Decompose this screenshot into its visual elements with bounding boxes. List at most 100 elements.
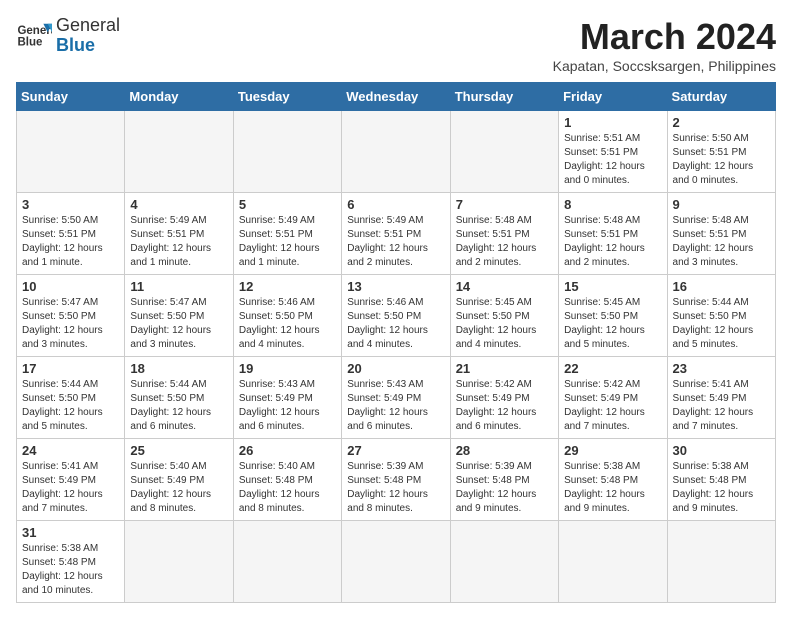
calendar-cell: 30 Sunrise: 5:38 AM Sunset: 5:48 PM Dayli… — [667, 439, 775, 521]
svg-text:Blue: Blue — [17, 36, 43, 48]
calendar-table: SundayMondayTuesdayWednesdayThursdayFrid… — [16, 82, 776, 603]
calendar-cell — [450, 111, 558, 193]
day-number: 8 — [564, 197, 661, 212]
day-info: Sunrise: 5:48 AM Sunset: 5:51 PM Dayligh… — [673, 214, 770, 270]
calendar-cell: 23Sunrise: 5:41 AM Sunset: 5:49 PM Dayli… — [667, 357, 775, 439]
weekday-header-cell: Thursday — [450, 83, 558, 111]
logo-line2: Blue — [56, 36, 120, 56]
calendar-cell: 3 Sunrise: 5:50 AM Sunset: 5:51 PM Daylig… — [17, 193, 125, 275]
day-info: Sunrise: 5:40 AM Sunset: 5:48 PM Dayligh… — [239, 460, 336, 516]
logo-text: General Blue — [56, 16, 120, 56]
day-info: Sunrise: 5:50 AM Sunset: 5:51 PM Dayligh… — [22, 214, 119, 270]
calendar-cell: 24 Sunrise: 5:41 AM Sunset: 5:49 PM Dayli… — [17, 439, 125, 521]
day-info: Sunrise: 5:46 AM Sunset: 5:50 PM Dayligh… — [239, 296, 336, 352]
day-number: 5 — [239, 197, 336, 212]
calendar-cell — [125, 111, 233, 193]
day-info: Sunrise: 5:46 AM Sunset: 5:50 PM Dayligh… — [347, 296, 444, 352]
weekday-header-cell: Saturday — [667, 83, 775, 111]
day-number: 6 — [347, 197, 444, 212]
calendar-cell: 20 Sunrise: 5:43 AM Sunset: 5:49 PM Dayli… — [342, 357, 450, 439]
day-number: 31 — [22, 525, 119, 540]
day-number: 11 — [130, 279, 227, 294]
day-number: 19 — [239, 361, 336, 376]
calendar-cell: 28Sunrise: 5:39 AM Sunset: 5:48 PM Dayli… — [450, 439, 558, 521]
calendar-week-row: 1 Sunrise: 5:51 AM Sunset: 5:51 PM Daylig… — [17, 111, 776, 193]
day-number: 13 — [347, 279, 444, 294]
logo-line1: General — [56, 16, 120, 36]
day-info: Sunrise: 5:49 AM Sunset: 5:51 PM Dayligh… — [130, 214, 227, 270]
day-number: 15 — [564, 279, 661, 294]
calendar-cell — [233, 521, 341, 603]
calendar-cell: 9 Sunrise: 5:48 AM Sunset: 5:51 PM Daylig… — [667, 193, 775, 275]
calendar-body: 1 Sunrise: 5:51 AM Sunset: 5:51 PM Daylig… — [17, 111, 776, 603]
calendar-cell: 18 Sunrise: 5:44 AM Sunset: 5:50 PM Dayli… — [125, 357, 233, 439]
calendar-cell: 31 Sunrise: 5:38 AM Sunset: 5:48 PM Dayli… — [17, 521, 125, 603]
calendar-cell — [342, 111, 450, 193]
day-number: 17 — [22, 361, 119, 376]
day-info: Sunrise: 5:43 AM Sunset: 5:49 PM Dayligh… — [239, 378, 336, 434]
calendar-cell — [559, 521, 667, 603]
day-info: Sunrise: 5:38 AM Sunset: 5:48 PM Dayligh… — [22, 542, 119, 598]
day-info: Sunrise: 5:44 AM Sunset: 5:50 PM Dayligh… — [22, 378, 119, 434]
weekday-header-cell: Monday — [125, 83, 233, 111]
day-number: 9 — [673, 197, 770, 212]
day-number: 24 — [22, 443, 119, 458]
calendar-title: March 2024 — [553, 16, 776, 58]
day-number: 14 — [456, 279, 553, 294]
day-info: Sunrise: 5:45 AM Sunset: 5:50 PM Dayligh… — [456, 296, 553, 352]
day-info: Sunrise: 5:45 AM Sunset: 5:50 PM Dayligh… — [564, 296, 661, 352]
calendar-cell: 5 Sunrise: 5:49 AM Sunset: 5:51 PM Daylig… — [233, 193, 341, 275]
day-number: 29 — [564, 443, 661, 458]
weekday-header-cell: Sunday — [17, 83, 125, 111]
logo-icon: General Blue — [16, 18, 52, 54]
calendar-cell — [450, 521, 558, 603]
weekday-header-cell: Friday — [559, 83, 667, 111]
calendar-week-row: 17 Sunrise: 5:44 AM Sunset: 5:50 PM Dayli… — [17, 357, 776, 439]
day-number: 25 — [130, 443, 227, 458]
day-number: 1 — [564, 115, 661, 130]
day-info: Sunrise: 5:42 AM Sunset: 5:49 PM Dayligh… — [564, 378, 661, 434]
calendar-week-row: 24 Sunrise: 5:41 AM Sunset: 5:49 PM Dayli… — [17, 439, 776, 521]
day-number: 28 — [456, 443, 553, 458]
calendar-week-row: 10 Sunrise: 5:47 AM Sunset: 5:50 PM Dayli… — [17, 275, 776, 357]
day-number: 10 — [22, 279, 119, 294]
day-number: 18 — [130, 361, 227, 376]
calendar-cell: 6 Sunrise: 5:49 AM Sunset: 5:51 PM Daylig… — [342, 193, 450, 275]
day-info: Sunrise: 5:43 AM Sunset: 5:49 PM Dayligh… — [347, 378, 444, 434]
day-info: Sunrise: 5:41 AM Sunset: 5:49 PM Dayligh… — [22, 460, 119, 516]
day-number: 27 — [347, 443, 444, 458]
day-number: 3 — [22, 197, 119, 212]
day-info: Sunrise: 5:47 AM Sunset: 5:50 PM Dayligh… — [22, 296, 119, 352]
day-number: 22 — [564, 361, 661, 376]
day-info: Sunrise: 5:42 AM Sunset: 5:49 PM Dayligh… — [456, 378, 553, 434]
day-info: Sunrise: 5:41 AM Sunset: 5:49 PM Dayligh… — [673, 378, 770, 434]
logo: General Blue General Blue — [16, 16, 120, 56]
calendar-cell: 11Sunrise: 5:47 AM Sunset: 5:50 PM Dayli… — [125, 275, 233, 357]
calendar-cell: 14 Sunrise: 5:45 AM Sunset: 5:50 PM Dayli… — [450, 275, 558, 357]
calendar-cell: 17 Sunrise: 5:44 AM Sunset: 5:50 PM Dayli… — [17, 357, 125, 439]
calendar-cell: 26Sunrise: 5:40 AM Sunset: 5:48 PM Dayli… — [233, 439, 341, 521]
header: General Blue General Blue March 2024 Kap… — [16, 16, 776, 74]
calendar-cell: 1 Sunrise: 5:51 AM Sunset: 5:51 PM Daylig… — [559, 111, 667, 193]
day-info: Sunrise: 5:51 AM Sunset: 5:51 PM Dayligh… — [564, 132, 661, 188]
day-number: 20 — [347, 361, 444, 376]
day-info: Sunrise: 5:49 AM Sunset: 5:51 PM Dayligh… — [347, 214, 444, 270]
day-info: Sunrise: 5:38 AM Sunset: 5:48 PM Dayligh… — [673, 460, 770, 516]
calendar-cell — [125, 521, 233, 603]
calendar-cell: 10 Sunrise: 5:47 AM Sunset: 5:50 PM Dayli… — [17, 275, 125, 357]
day-number: 16 — [673, 279, 770, 294]
day-info: Sunrise: 5:50 AM Sunset: 5:51 PM Dayligh… — [673, 132, 770, 188]
day-info: Sunrise: 5:40 AM Sunset: 5:49 PM Dayligh… — [130, 460, 227, 516]
weekday-header-row: SundayMondayTuesdayWednesdayThursdayFrid… — [17, 83, 776, 111]
day-info: Sunrise: 5:48 AM Sunset: 5:51 PM Dayligh… — [564, 214, 661, 270]
calendar-cell: 12Sunrise: 5:46 AM Sunset: 5:50 PM Dayli… — [233, 275, 341, 357]
day-info: Sunrise: 5:44 AM Sunset: 5:50 PM Dayligh… — [130, 378, 227, 434]
calendar-cell: 2Sunrise: 5:50 AM Sunset: 5:51 PM Daylig… — [667, 111, 775, 193]
calendar-cell: 4Sunrise: 5:49 AM Sunset: 5:51 PM Daylig… — [125, 193, 233, 275]
calendar-cell: 8 Sunrise: 5:48 AM Sunset: 5:51 PM Daylig… — [559, 193, 667, 275]
calendar-cell: 22 Sunrise: 5:42 AM Sunset: 5:49 PM Dayli… — [559, 357, 667, 439]
calendar-subtitle: Kapatan, Soccsksargen, Philippines — [553, 58, 776, 74]
calendar-cell — [233, 111, 341, 193]
day-number: 30 — [673, 443, 770, 458]
day-info: Sunrise: 5:49 AM Sunset: 5:51 PM Dayligh… — [239, 214, 336, 270]
